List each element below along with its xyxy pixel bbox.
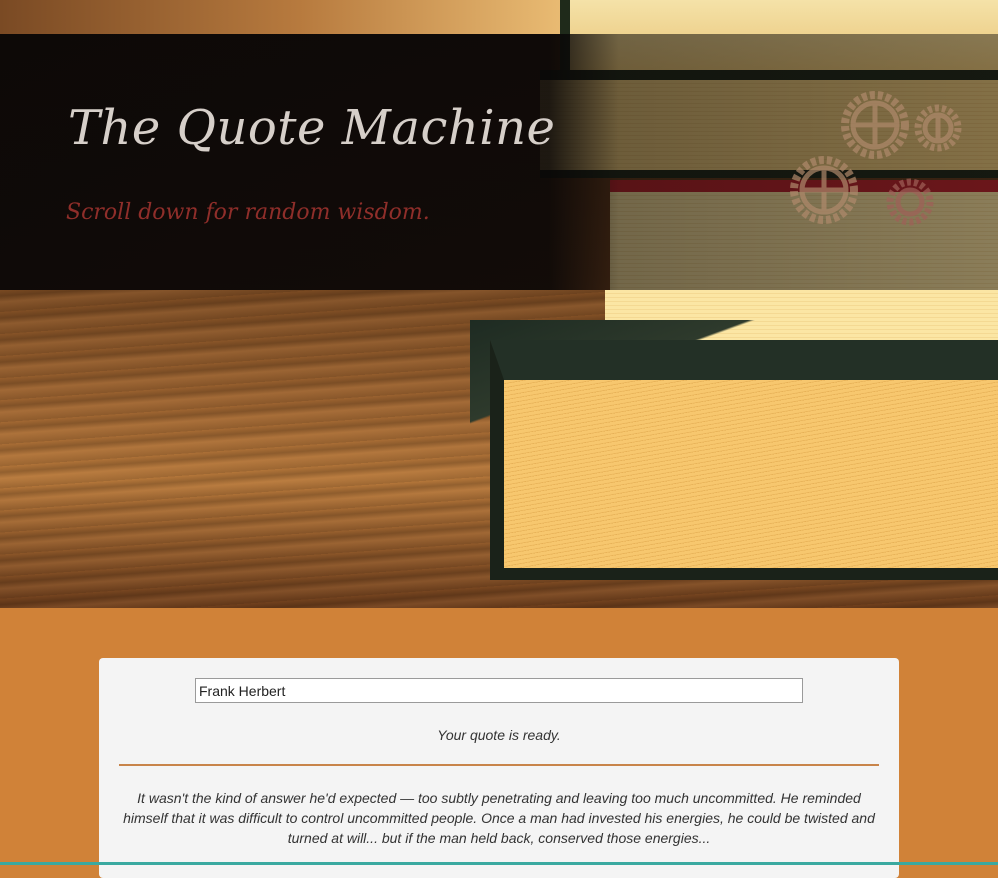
- divider: [119, 764, 879, 766]
- quote-text: It wasn't the kind of answer he'd expect…: [123, 790, 875, 846]
- book-bottom-pages: [490, 340, 998, 580]
- quote-card: Your quote is ready. It wasn't the kind …: [99, 658, 899, 878]
- author-input[interactable]: [195, 678, 803, 703]
- status-message: Your quote is ready.: [437, 727, 561, 743]
- gears-icon: [790, 91, 962, 226]
- page-subtitle: Scroll down for random wisdom.: [66, 200, 430, 225]
- page-title: The Quote Machine: [68, 100, 556, 156]
- hero-image: The Quote Machine Scroll down for random…: [0, 0, 998, 608]
